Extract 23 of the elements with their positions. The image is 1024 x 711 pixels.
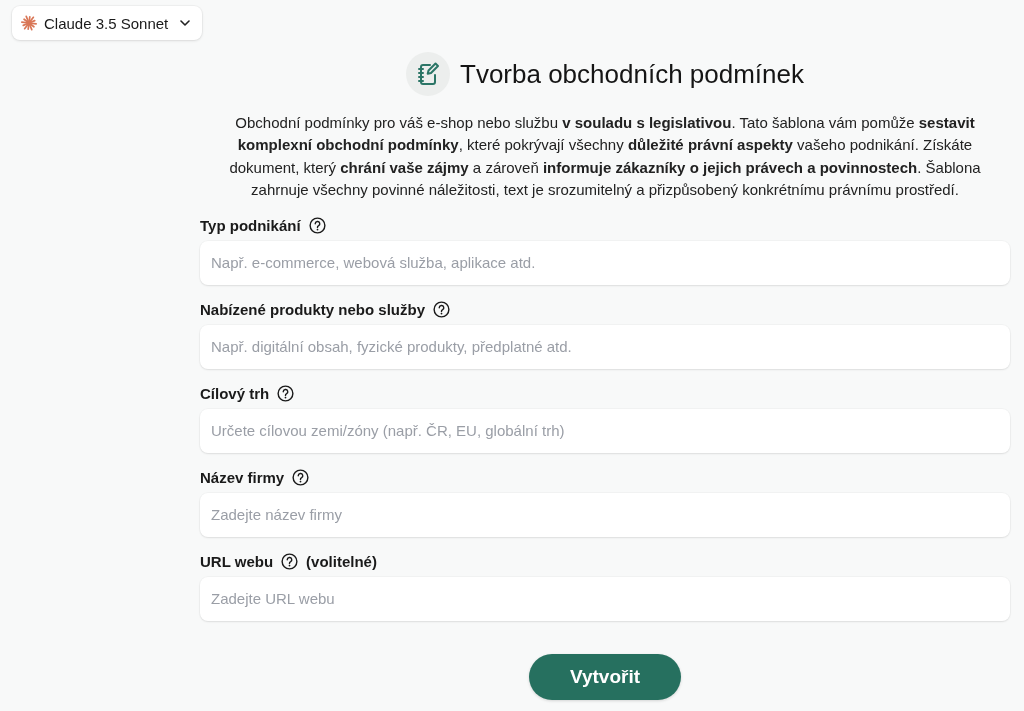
field-label: Typ podnikání: [200, 217, 301, 235]
help-icon[interactable]: [281, 553, 299, 571]
field-label: Nabízené produkty nebo služby: [200, 301, 426, 319]
create-button[interactable]: Vytvořit: [529, 653, 681, 700]
field-label: Název firmy: [200, 469, 285, 487]
help-icon[interactable]: [433, 301, 451, 319]
help-icon[interactable]: [308, 217, 326, 235]
input-field[interactable]: Zadejte název firmy: [200, 492, 1010, 537]
sparkle-icon: [21, 15, 37, 31]
notebook-pen-icon: [406, 52, 450, 96]
field-label: URL webu: [200, 553, 274, 571]
help-icon[interactable]: [292, 469, 310, 487]
input-field[interactable]: Např. digitální obsah, fyzické produkty, předplatné atd.: [200, 324, 1010, 369]
field-label: Cílový trh: [200, 385, 270, 403]
page-title: Tvorba obchodních podmínek: [460, 58, 804, 90]
description-text: Obchodní podmínky pro váš e-shop nebo službu v souladu s legislativou. Tato šablona vám pomůže sestavit komplexní obchodní podmínky, které pokrývají všechny důležité právní aspekty vašeho podnikání. Získáte dokument, který chrání vaše zájmy a zároveň informuje zákazníky o jejich právech a povinnostech. Šablona zahrnuje všechny povinné náležitosti, text je srozumitelný a přizpůsobený konkrétnímu právnímu prostředí.: [228, 113, 982, 201]
chevron-down-icon: [180, 20, 191, 26]
input-field[interactable]: Např. e-commerce, webová služba, aplikace atd.: [200, 240, 1010, 285]
help-icon[interactable]: [277, 385, 295, 403]
model-selector[interactable]: Claude 3.5 Sonnet: [12, 6, 203, 40]
optional-note: (volitelné): [306, 553, 377, 571]
input-field[interactable]: Určete cílovou zemi/zóny (např. ČR, EU, globální trh): [200, 408, 1010, 453]
input-field[interactable]: Zadejte URL webu: [200, 576, 1010, 621]
